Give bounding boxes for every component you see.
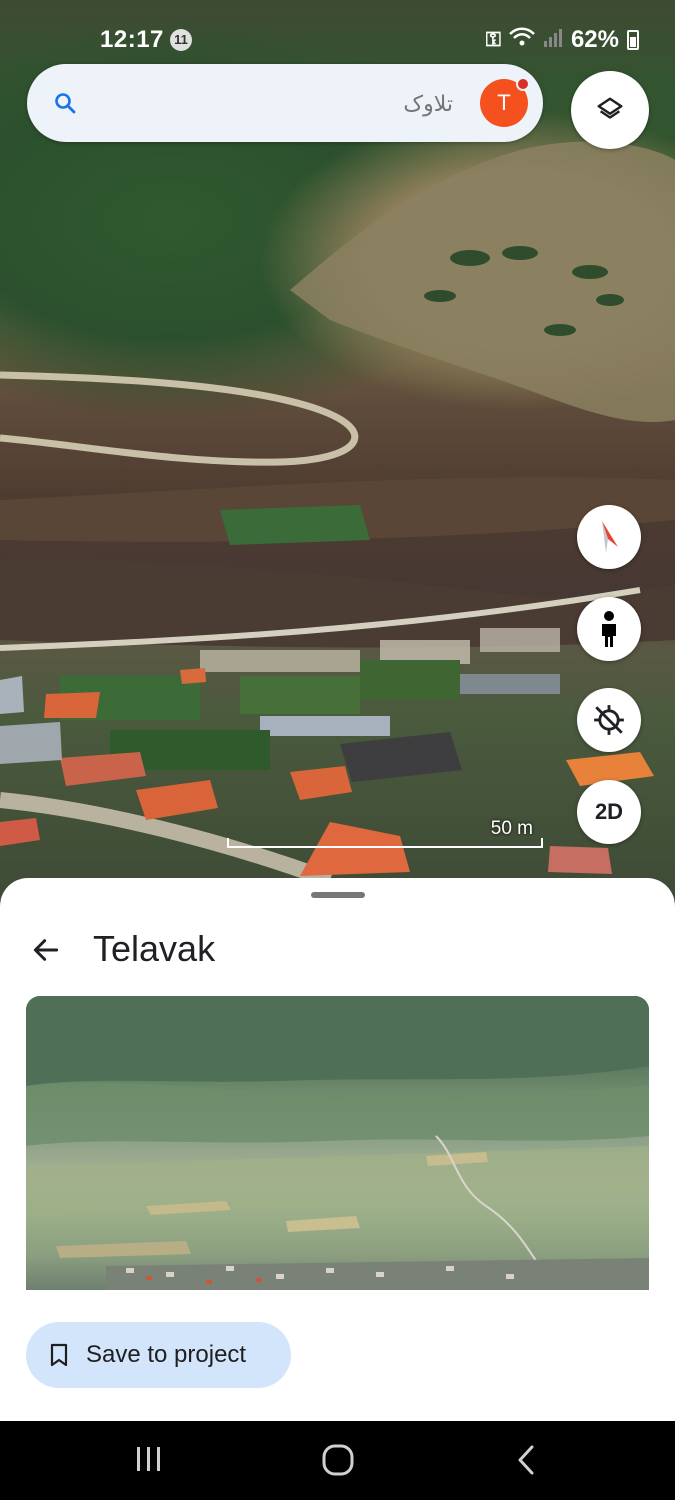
recent-apps-icon[interactable] (134, 1443, 164, 1475)
place-photo[interactable] (26, 996, 649, 1290)
home-icon[interactable] (321, 1443, 355, 1477)
photo-imagery (26, 996, 649, 1290)
pegman-icon (602, 611, 616, 647)
street-view-button[interactable] (577, 597, 641, 661)
back-nav-icon[interactable] (513, 1443, 539, 1477)
battery-percent: 62% (570, 26, 619, 53)
map-scale: 50 m (227, 818, 543, 848)
sheet-drag-handle[interactable] (311, 892, 365, 898)
wifi-icon (509, 27, 535, 53)
compass-icon (602, 521, 618, 553)
status-time: 12:17 (100, 26, 164, 53)
status-icons: ⚿ 62% (486, 26, 639, 54)
search-bar[interactable]: T (27, 64, 543, 142)
place-sheet: Telavak Save to project (0, 878, 675, 1421)
layers-button[interactable] (571, 71, 649, 149)
my-location-button[interactable] (577, 688, 641, 752)
battery-icon (627, 30, 639, 50)
notification-dot (516, 77, 530, 91)
notification-count-badge: 11 (170, 29, 192, 51)
search-icon[interactable] (53, 91, 77, 115)
bookmark-icon (50, 1343, 68, 1367)
back-arrow-icon[interactable] (30, 934, 62, 966)
location-disabled-icon (594, 705, 624, 735)
avatar[interactable]: T (480, 77, 530, 127)
save-to-project-button[interactable]: Save to project (26, 1322, 291, 1388)
scale-label: 50 m (490, 818, 533, 839)
place-title: Telavak (93, 928, 216, 969)
search-input[interactable] (111, 82, 455, 126)
layers-icon (597, 97, 623, 119)
scale-bar (227, 838, 543, 848)
save-to-project-label: Save to project (86, 1341, 247, 1368)
compass-button[interactable] (577, 505, 641, 569)
system-nav-bar (0, 1421, 675, 1500)
view-mode-2d-button[interactable]: 2D (577, 780, 641, 844)
vpn-key-icon: ⚿ (485, 28, 501, 51)
signal-icon (543, 27, 563, 53)
avatar-initial: T (497, 90, 511, 115)
